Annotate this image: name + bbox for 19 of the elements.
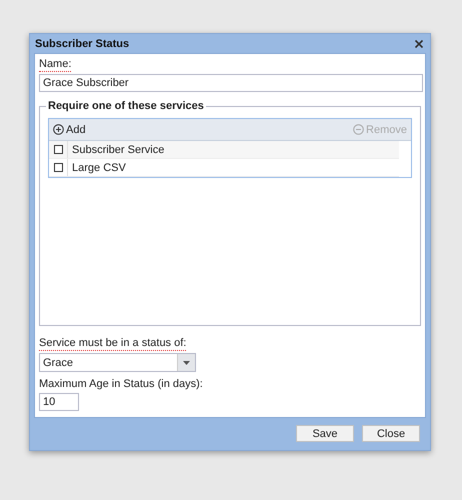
close-button[interactable]: Close	[362, 425, 420, 442]
name-field[interactable]: Grace Subscriber	[39, 74, 423, 92]
add-button[interactable]: Add	[53, 124, 86, 136]
remove-icon	[353, 124, 364, 135]
field-label: Service must be in a status of:	[39, 336, 186, 351]
checkbox[interactable]	[54, 163, 62, 172]
group-legend: Require one of these services	[46, 100, 206, 112]
close-icon[interactable]	[413, 38, 425, 50]
save-button[interactable]: Save	[296, 425, 354, 442]
age-field[interactable]: 10	[39, 393, 79, 411]
caret-icon	[183, 360, 190, 364]
checkbox[interactable]	[54, 145, 62, 154]
field-label: Maximum Age in Status (in days):	[39, 377, 203, 391]
window-title: Subscriber Status	[35, 38, 130, 50]
status-dropdown[interactable]: Grace	[39, 353, 196, 372]
field-label: Name:	[39, 57, 72, 72]
add-icon	[53, 124, 64, 135]
column-header[interactable]: Subscriber Service	[68, 141, 399, 158]
table-cell-text: Large CSV	[71, 160, 127, 176]
